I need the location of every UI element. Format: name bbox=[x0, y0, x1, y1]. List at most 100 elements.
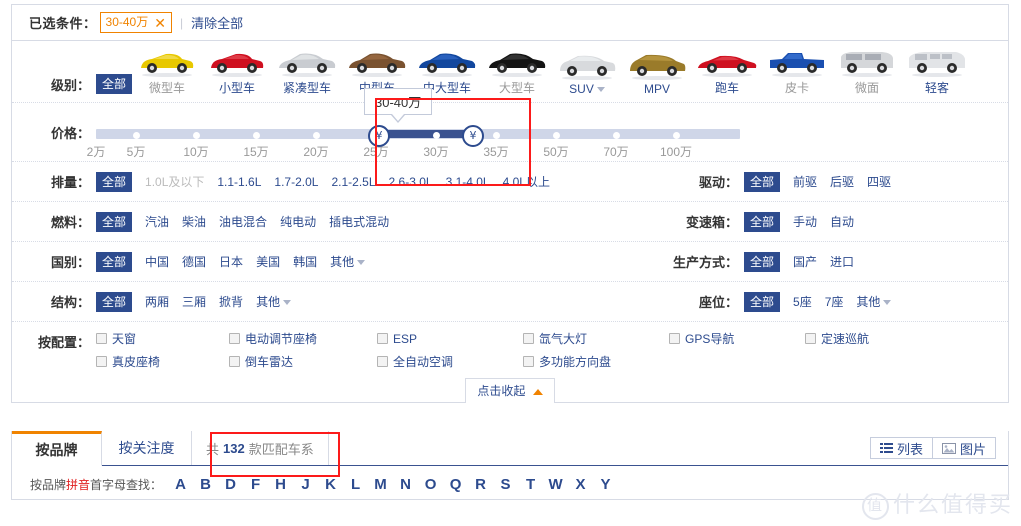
filter-option-中国[interactable]: 中国 bbox=[145, 253, 169, 270]
filter-option-日本[interactable]: 日本 bbox=[219, 253, 243, 270]
level-option-轻客[interactable]: 轻客 bbox=[902, 48, 972, 96]
config-checkbox-电动调节座椅[interactable]: 电动调节座椅 bbox=[229, 330, 377, 347]
level-option-SUV[interactable]: SUV bbox=[552, 51, 622, 96]
filter-option-手动[interactable]: 手动 bbox=[793, 213, 817, 230]
config-checkbox-ESP[interactable]: ESP bbox=[377, 330, 523, 347]
filter-option-2.6-3.0L[interactable]: 2.6-3.0L bbox=[389, 175, 433, 189]
chevron-down-icon[interactable] bbox=[883, 300, 891, 305]
filter-option-4.0L以上[interactable]: 4.0L以上 bbox=[503, 173, 550, 190]
brand-letter-L[interactable]: L bbox=[343, 476, 368, 493]
brand-letter-K[interactable]: K bbox=[318, 476, 343, 493]
filter-all-button[interactable]: 全部 bbox=[96, 172, 132, 192]
filter-option-美国[interactable]: 美国 bbox=[256, 253, 280, 270]
brand-letter-X[interactable]: X bbox=[568, 476, 593, 493]
level-option-小型车[interactable]: 小型车 bbox=[202, 48, 272, 96]
brand-letter-T[interactable]: T bbox=[518, 476, 543, 493]
filter-option-三厢[interactable]: 三厢 bbox=[182, 293, 206, 310]
filter-option-油电混合[interactable]: 油电混合 bbox=[219, 213, 267, 230]
brand-letter-H[interactable]: H bbox=[268, 476, 293, 493]
slider-tick-dot[interactable] bbox=[553, 132, 560, 139]
slider-tick-dot[interactable] bbox=[253, 132, 260, 139]
chevron-down-icon[interactable] bbox=[597, 87, 605, 92]
brand-letter-D[interactable]: D bbox=[218, 476, 243, 493]
brand-letter-S[interactable]: S bbox=[493, 476, 518, 493]
checkbox-icon[interactable] bbox=[669, 333, 680, 344]
filter-option-5座[interactable]: 5座 bbox=[793, 293, 812, 310]
config-checkbox-GPS导航[interactable]: GPS导航 bbox=[669, 330, 805, 347]
filter-option-7座[interactable]: 7座 bbox=[825, 293, 844, 310]
checkbox-icon[interactable] bbox=[805, 333, 816, 344]
checkbox-icon[interactable] bbox=[377, 333, 388, 344]
level-all-button[interactable]: 全部 bbox=[96, 74, 132, 94]
level-option-大型车[interactable]: 大型车 bbox=[482, 48, 552, 96]
slider-tick-dot[interactable] bbox=[193, 132, 200, 139]
filter-option-德国[interactable]: 德国 bbox=[182, 253, 206, 270]
config-checkbox-真皮座椅[interactable]: 真皮座椅 bbox=[96, 353, 229, 370]
slider-tick-dot[interactable] bbox=[493, 132, 500, 139]
slider-tick-dot[interactable] bbox=[433, 132, 440, 139]
price-slider[interactable]: 2万5万10万15万20万25万30万35万50万70万100万 ¥ ¥ 30-… bbox=[96, 108, 1008, 156]
slider-handle-min[interactable]: ¥ bbox=[368, 125, 390, 147]
selected-condition-chip[interactable]: 30-40万 ✕ bbox=[100, 12, 172, 33]
filter-all-button[interactable]: 全部 bbox=[96, 252, 132, 272]
level-option-MPV[interactable]: MPV bbox=[622, 51, 692, 96]
level-option-微面[interactable]: 微面 bbox=[832, 48, 902, 96]
filter-option-1.7-2.0L[interactable]: 1.7-2.0L bbox=[274, 175, 318, 189]
chevron-down-icon[interactable] bbox=[283, 300, 291, 305]
filter-option-后驱[interactable]: 后驱 bbox=[830, 173, 854, 190]
checkbox-icon[interactable] bbox=[377, 356, 388, 367]
filter-all-button[interactable]: 全部 bbox=[744, 212, 780, 232]
tab-by-brand[interactable]: 按品牌 bbox=[12, 431, 102, 466]
brand-letter-B[interactable]: B bbox=[193, 476, 218, 493]
filter-option-纯电动[interactable]: 纯电动 bbox=[280, 213, 316, 230]
filter-option-掀背[interactable]: 掀背 bbox=[219, 293, 243, 310]
brand-letter-Y[interactable]: Y bbox=[593, 476, 618, 493]
checkbox-icon[interactable] bbox=[523, 356, 534, 367]
level-option-紧凑型车[interactable]: 紧凑型车 bbox=[272, 48, 342, 96]
filter-all-button[interactable]: 全部 bbox=[744, 292, 780, 312]
filter-option-2.1-2.5L[interactable]: 2.1-2.5L bbox=[331, 175, 375, 189]
config-checkbox-倒车雷达[interactable]: 倒车雷达 bbox=[229, 353, 377, 370]
brand-letter-F[interactable]: F bbox=[243, 476, 268, 493]
brand-letter-N[interactable]: N bbox=[393, 476, 418, 493]
collapse-button[interactable]: 点击收起 bbox=[465, 378, 554, 403]
filter-option-进口[interactable]: 进口 bbox=[830, 253, 854, 270]
brand-letter-R[interactable]: R bbox=[468, 476, 493, 493]
filter-option-1.0L及以下[interactable]: 1.0L及以下 bbox=[145, 173, 204, 190]
filter-option-自动[interactable]: 自动 bbox=[830, 213, 854, 230]
filter-all-button[interactable]: 全部 bbox=[744, 252, 780, 272]
checkbox-icon[interactable] bbox=[96, 333, 107, 344]
slider-tick-dot[interactable] bbox=[133, 132, 140, 139]
filter-option-韩国[interactable]: 韩国 bbox=[293, 253, 317, 270]
filter-option-柴油[interactable]: 柴油 bbox=[182, 213, 206, 230]
slider-tick-dot[interactable] bbox=[673, 132, 680, 139]
brand-letter-W[interactable]: W bbox=[543, 476, 568, 493]
checkbox-icon[interactable] bbox=[523, 333, 534, 344]
slider-handle-max[interactable]: ¥ bbox=[462, 125, 484, 147]
slider-tick-dot[interactable] bbox=[613, 132, 620, 139]
view-image-button[interactable]: 图片 bbox=[933, 437, 996, 459]
clear-all-button[interactable]: 清除全部 bbox=[191, 13, 243, 32]
brand-letter-Q[interactable]: Q bbox=[443, 476, 468, 493]
filter-all-button[interactable]: 全部 bbox=[96, 292, 132, 312]
config-checkbox-氙气大灯[interactable]: 氙气大灯 bbox=[523, 330, 669, 347]
config-checkbox-全自动空调[interactable]: 全自动空调 bbox=[377, 353, 523, 370]
config-checkbox-天窗[interactable]: 天窗 bbox=[96, 330, 229, 347]
level-option-皮卡[interactable]: 皮卡 bbox=[762, 48, 832, 96]
checkbox-icon[interactable] bbox=[96, 356, 107, 367]
level-option-跑车[interactable]: 跑车 bbox=[692, 48, 762, 96]
filter-option-3.1-4.0L[interactable]: 3.1-4.0L bbox=[446, 175, 490, 189]
level-option-微型车[interactable]: 微型车 bbox=[132, 48, 202, 96]
view-list-button[interactable]: 列表 bbox=[870, 437, 933, 459]
filter-all-button[interactable]: 全部 bbox=[96, 212, 132, 232]
close-icon[interactable]: ✕ bbox=[154, 16, 166, 30]
filter-option-两厢[interactable]: 两厢 bbox=[145, 293, 169, 310]
filter-option-1.1-1.6L[interactable]: 1.1-1.6L bbox=[217, 175, 261, 189]
filter-option-前驱[interactable]: 前驱 bbox=[793, 173, 817, 190]
filter-option-其他[interactable]: 其他 bbox=[330, 253, 365, 270]
slider-tick-dot[interactable] bbox=[313, 132, 320, 139]
filter-option-其他[interactable]: 其他 bbox=[856, 293, 891, 310]
filter-option-汽油[interactable]: 汽油 bbox=[145, 213, 169, 230]
filter-option-其他[interactable]: 其他 bbox=[256, 293, 291, 310]
brand-letter-M[interactable]: M bbox=[368, 476, 393, 493]
